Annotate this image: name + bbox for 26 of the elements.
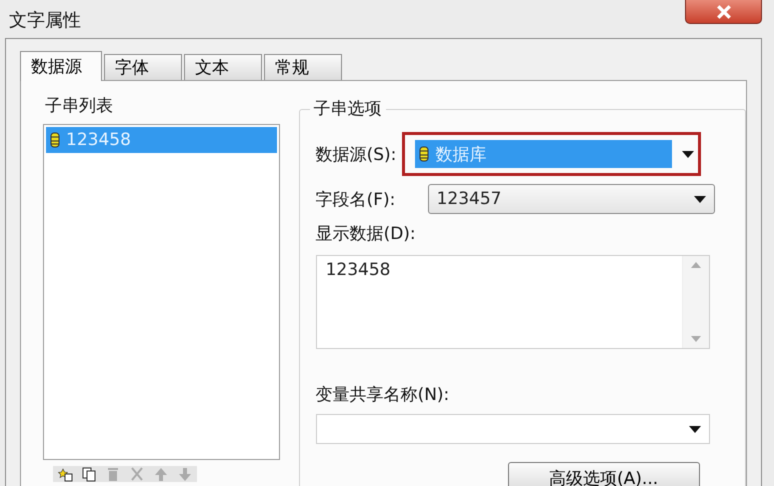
caret-icon xyxy=(694,196,706,202)
caret-icon xyxy=(682,150,694,158)
section-label: 子串列表 xyxy=(45,95,114,117)
tab[interactable]: 数据源 xyxy=(20,51,102,81)
scroll-down-icon[interactable] xyxy=(690,336,701,342)
new-icon[interactable] xyxy=(57,466,73,482)
tab[interactable]: 字体 xyxy=(104,54,182,80)
field-label: 字段名(F): xyxy=(316,188,396,210)
database-icon xyxy=(50,132,60,148)
close-icon xyxy=(716,4,732,18)
tab[interactable]: 常规 xyxy=(264,54,342,80)
window-title: 文字属性 xyxy=(9,9,81,32)
advanced-options-button[interactable]: 高级选项(A)... xyxy=(508,462,700,486)
close-button[interactable] xyxy=(685,0,762,24)
field-name-dropdown[interactable]: 123457 xyxy=(428,184,715,214)
field-label: 变量共享名称(N): xyxy=(316,384,450,406)
database-icon xyxy=(419,146,430,162)
field-label: 数据源(S): xyxy=(316,144,396,166)
display-data-field[interactable]: 123458 xyxy=(316,255,710,349)
scroll-up-icon[interactable] xyxy=(690,262,701,268)
caret-icon xyxy=(688,426,701,432)
copy-icon[interactable] xyxy=(81,466,97,482)
field-label: 显示数据(D): xyxy=(316,223,417,245)
shared-name-dropdown[interactable] xyxy=(316,414,710,444)
tab[interactable]: 文本 xyxy=(184,54,262,80)
scrollbar[interactable] xyxy=(682,256,709,348)
